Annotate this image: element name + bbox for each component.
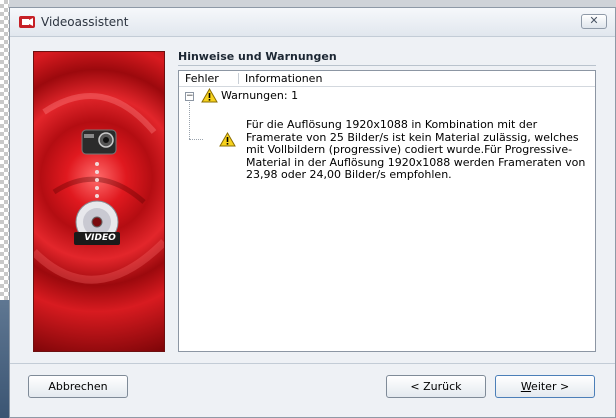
column-header-info[interactable]: Informationen <box>245 72 322 85</box>
close-button[interactable]: ✕ <box>581 14 607 29</box>
warning-message[interactable]: Für die Auflösung 1920x1088 in Kombinati… <box>246 118 591 182</box>
section-divider <box>178 65 596 66</box>
tree-connector <box>189 102 190 139</box>
list-header: Fehler Informationen <box>179 71 595 87</box>
minus-icon: − <box>186 91 194 101</box>
footer-divider <box>10 363 615 364</box>
next-button[interactable]: Weiter > <box>495 375 595 398</box>
tree-connector <box>189 139 203 140</box>
wizard-banner-image: VIDEO <box>33 51 165 352</box>
desktop-taskbar-fragment <box>0 300 9 418</box>
close-icon: ✕ <box>589 14 599 27</box>
video-assistant-dialog: Videoassistent ✕ VIDEO Hinweise und Warn… <box>9 7 616 418</box>
next-button-label: eiter > <box>531 380 570 393</box>
warnings-group-label[interactable]: Warnungen: 1 <box>221 89 298 102</box>
column-divider[interactable] <box>238 73 239 84</box>
column-header-error[interactable]: Fehler <box>185 72 219 85</box>
section-title: Hinweise und Warnungen <box>178 50 337 63</box>
warning-icon <box>219 131 236 147</box>
video-device-label: VIDEO <box>84 233 116 243</box>
camcorder-icon <box>81 129 117 155</box>
title-bar[interactable]: Videoassistent ✕ <box>10 8 615 37</box>
window-title: Videoassistent <box>41 15 129 29</box>
warnings-list[interactable]: Fehler Informationen − Warnungen: 1 Für … <box>178 70 596 352</box>
cancel-button[interactable]: Abbrechen <box>28 375 128 398</box>
back-button[interactable]: < Zurück <box>386 375 486 398</box>
next-button-mnemonic: W <box>520 380 532 393</box>
app-icon <box>19 15 35 29</box>
warning-icon <box>201 87 218 103</box>
collapse-toggle[interactable]: − <box>185 92 194 101</box>
